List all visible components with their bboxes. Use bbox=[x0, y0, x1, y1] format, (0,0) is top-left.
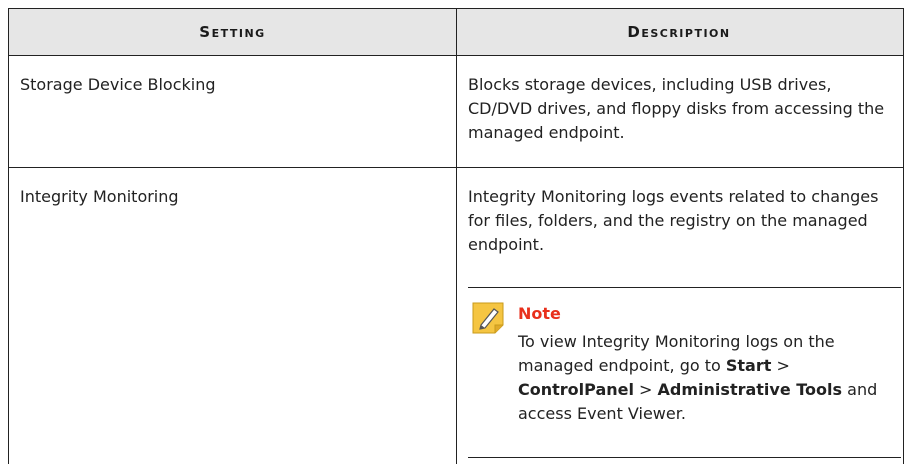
table-header-row: Setting Description bbox=[9, 9, 903, 56]
note-box: Note To view Integrity Monitoring logs o… bbox=[468, 287, 901, 458]
header-setting: Setting bbox=[9, 9, 457, 55]
settings-table: Setting Description Storage Device Block… bbox=[8, 8, 904, 464]
header-description: Description bbox=[627, 23, 731, 41]
administrative-tools-label: Administrative Tools bbox=[657, 380, 843, 399]
start-menu-label: Start bbox=[725, 356, 772, 375]
note-title: Note bbox=[518, 304, 561, 323]
description-text: Integrity Monitoring logs events related… bbox=[468, 187, 879, 254]
note-pencil-icon bbox=[472, 302, 504, 334]
table-row: Integrity Monitoring Integrity Monitorin… bbox=[9, 168, 903, 464]
note-text: To view Integrity Monitoring logs on the… bbox=[518, 332, 878, 423]
setting-cell: Integrity Monitoring bbox=[9, 168, 457, 464]
setting-cell: Storage Device Blocking bbox=[9, 56, 457, 167]
description-cell: Blocks storage devices, including USB dr… bbox=[468, 75, 885, 142]
description-cell: Integrity Monitoring logs events related… bbox=[457, 168, 901, 464]
control-panel-label: ControlPanel bbox=[518, 380, 634, 399]
table-row: Storage Device Blocking Blocks storage d… bbox=[9, 56, 903, 168]
